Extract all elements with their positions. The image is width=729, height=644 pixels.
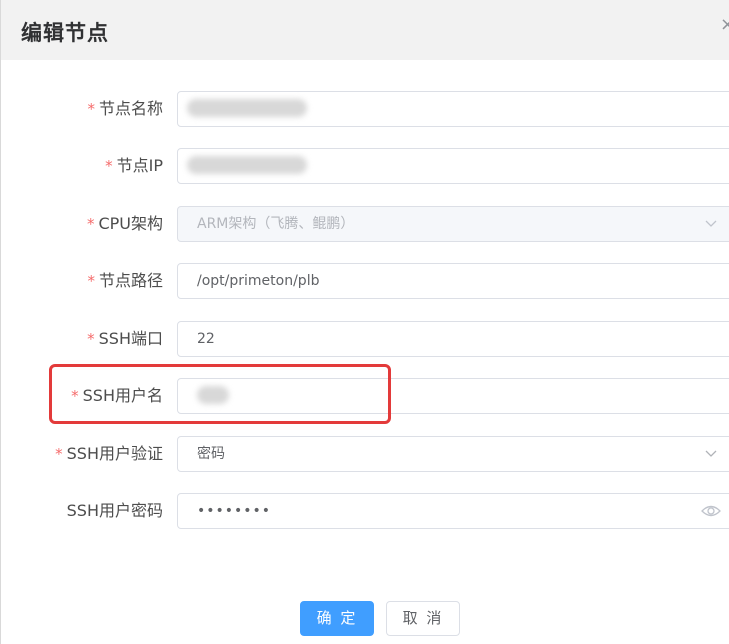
confirm-button[interactable]: 确 定: [300, 601, 374, 636]
chevron-down-icon[interactable]: [704, 446, 718, 460]
cpu-arch-label: * CPU架构: [86, 214, 163, 233]
form-row-cpu-arch: * CPU架构 ARM架构（飞腾、鲲鹏）: [1, 206, 729, 242]
form-row-node-name: * 节点名称: [1, 91, 729, 127]
required-star: *: [87, 330, 95, 348]
ssh-auth-select[interactable]: 密码: [177, 436, 729, 472]
form-row-node-path: * 节点路径 /opt/primeton/plb: [1, 263, 729, 299]
required-star: *: [55, 445, 63, 463]
required-star: *: [86, 215, 95, 233]
ssh-password-input[interactable]: ••••••••: [177, 493, 729, 529]
required-star: *: [87, 100, 95, 118]
form-row-ssh-port: * SSH端口 22: [1, 321, 729, 357]
required-star: *: [87, 272, 95, 290]
required-star: *: [105, 157, 113, 175]
masked-value: [187, 156, 307, 174]
cancel-button[interactable]: 取 消: [386, 601, 460, 636]
edit-node-dialog: 编辑节点 × * 节点名称 * 节点IP * CPU架构 ARM架构（飞腾、鲲鹏） *…: [0, 0, 729, 644]
node-path-label: * 节点路径: [87, 271, 163, 290]
form-row-ssh-password: SSH用户密码 ••••••••: [1, 493, 729, 529]
ssh-port-label: * SSH端口: [87, 329, 163, 348]
chevron-down-icon: [705, 220, 717, 227]
ssh-password-label: SSH用户密码: [66, 501, 163, 520]
ssh-port-input[interactable]: 22: [177, 321, 729, 357]
dialog-header: 编辑节点 ×: [1, 0, 729, 60]
node-name-label: * 节点名称: [87, 99, 163, 118]
form-row-node-ip: * 节点IP: [1, 148, 729, 184]
highlight-annotation: [49, 364, 391, 424]
node-ip-label: * 节点IP: [105, 156, 163, 175]
masked-value: [187, 99, 307, 117]
close-icon[interactable]: ×: [720, 14, 729, 35]
node-path-input[interactable]: /opt/primeton/plb: [177, 263, 729, 299]
form-row-ssh-auth: * SSH用户验证 密码: [1, 436, 729, 472]
ssh-auth-label: * SSH用户验证: [55, 444, 163, 463]
dialog-title: 编辑节点: [21, 21, 109, 45]
cpu-arch-select[interactable]: ARM架构（飞腾、鲲鹏）: [177, 206, 729, 242]
eye-icon[interactable]: [701, 503, 721, 519]
